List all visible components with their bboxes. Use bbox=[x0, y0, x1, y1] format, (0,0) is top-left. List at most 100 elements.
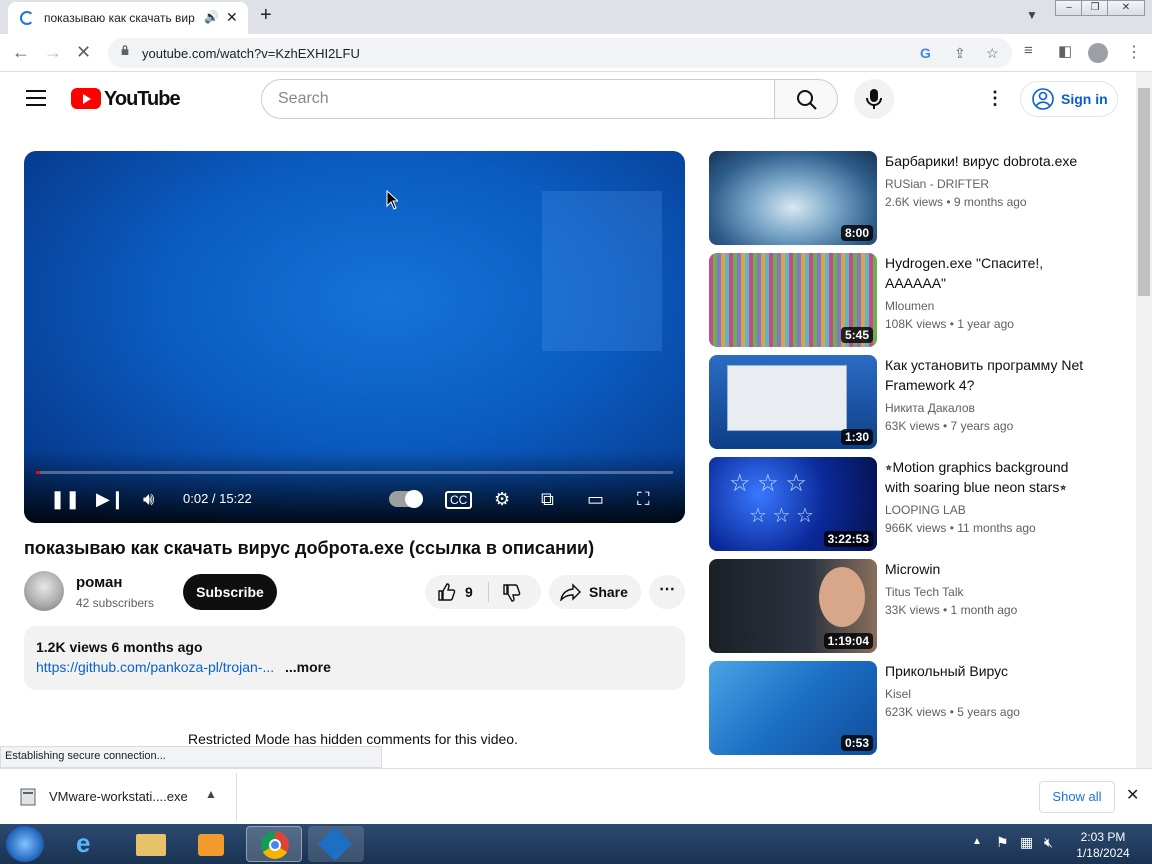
voice-search-button[interactable] bbox=[854, 79, 894, 119]
system-clock[interactable]: 2:03 PM 1/18/2024 bbox=[1072, 829, 1134, 861]
youtube-logo-icon[interactable] bbox=[71, 88, 101, 109]
recommendation-title[interactable]: ⭒Motion graphics background with soaring… bbox=[885, 457, 1095, 497]
video-thumbnail[interactable]: 1:30 bbox=[709, 355, 877, 449]
recommendation-channel[interactable]: RUSian - DRIFTER bbox=[885, 177, 989, 191]
close-download-shelf-icon[interactable]: ✕ bbox=[1126, 785, 1139, 805]
recommendation-item[interactable]: 1:30 Как установить программу Net Framew… bbox=[709, 355, 1129, 449]
video-thumbnail[interactable]: 5:45 bbox=[709, 253, 877, 347]
mouse-cursor-icon bbox=[386, 190, 398, 210]
tab-search-chevron-icon[interactable]: ▼ bbox=[1026, 8, 1038, 22]
chrome-menu-icon[interactable]: ⋮ bbox=[1126, 42, 1142, 62]
video-thumbnail[interactable]: 1:19:04 bbox=[709, 559, 877, 653]
bookmark-star-icon[interactable]: ☆ bbox=[986, 45, 999, 62]
recommendation-title[interactable]: Hydrogen.exe "Спасите!, АААААА" bbox=[885, 253, 1095, 293]
show-all-downloads-button[interactable]: Show all bbox=[1039, 781, 1115, 813]
like-count[interactable]: 9 bbox=[465, 584, 473, 600]
file-icon bbox=[20, 788, 36, 806]
video-thumbnail[interactable]: 0:53 bbox=[709, 661, 877, 755]
action-center-flag-icon[interactable]: ⚑ bbox=[996, 834, 1009, 851]
internet-explorer-icon[interactable]: e bbox=[62, 826, 118, 862]
sign-in-button[interactable]: Sign in bbox=[1020, 81, 1118, 117]
channel-avatar[interactable] bbox=[24, 571, 64, 611]
hamburger-menu-icon[interactable] bbox=[26, 90, 46, 106]
next-video-icon[interactable]: ▶❙ bbox=[96, 489, 125, 510]
media-player-icon[interactable] bbox=[184, 826, 240, 862]
stop-loading-icon[interactable]: ✕ bbox=[76, 42, 91, 63]
theater-mode-icon[interactable]: ▭ bbox=[587, 489, 604, 510]
volume-icon[interactable]: 🔊︎ bbox=[143, 489, 154, 510]
description-link[interactable]: https://github.com/pankoza-pl/trojan-... bbox=[36, 659, 274, 675]
thumbs-up-icon[interactable] bbox=[437, 582, 457, 602]
google-lens-icon[interactable]: G bbox=[920, 45, 931, 61]
recommendation-title[interactable]: Как установить программу Net Framework 4… bbox=[885, 355, 1095, 395]
search-button[interactable] bbox=[774, 79, 838, 119]
video-thumbnail[interactable]: ☆ ☆ ☆ ☆ ☆ ☆ 3:22:53 bbox=[709, 457, 877, 551]
recommendation-item[interactable]: 8:00 Барбарики! вирус dobrota.exe RUSian… bbox=[709, 151, 1129, 245]
download-options-chevron-icon[interactable]: ▲ bbox=[205, 787, 217, 801]
file-explorer-icon[interactable] bbox=[124, 826, 180, 862]
youtube-header: YouTube Search ⋮ Sign in bbox=[0, 72, 1136, 128]
thumbs-down-icon[interactable] bbox=[502, 583, 522, 603]
show-more-link[interactable]: ...more bbox=[285, 659, 331, 675]
recommendation-meta: 2.6K views • 9 months ago bbox=[885, 195, 1027, 209]
controls-gradient bbox=[24, 451, 685, 523]
download-filename[interactable]: VMware-workstati....exe bbox=[49, 789, 188, 804]
share-button[interactable]: Share bbox=[549, 575, 641, 609]
show-hidden-icons-icon[interactable]: ▲ bbox=[972, 836, 982, 847]
recommendation-channel[interactable]: Никита Дакалов bbox=[885, 401, 975, 415]
recommendation-title[interactable]: Microwin bbox=[885, 559, 1095, 579]
recommendation-meta: 33K views • 1 month ago bbox=[885, 603, 1018, 617]
network-icon[interactable]: ▦ bbox=[1020, 834, 1033, 851]
youtube-logo-text[interactable]: YouTube bbox=[104, 88, 181, 111]
restore-button[interactable]: ❐ bbox=[1081, 0, 1109, 16]
side-panel-icon[interactable]: ◧ bbox=[1058, 42, 1072, 60]
scrollbar-thumb[interactable] bbox=[1138, 88, 1150, 296]
search-input[interactable]: Search bbox=[261, 79, 775, 119]
download-divider bbox=[236, 773, 237, 821]
recommendation-title[interactable]: Барбарики! вирус dobrota.exe bbox=[885, 151, 1095, 171]
recommendation-item[interactable]: ☆ ☆ ☆ ☆ ☆ ☆ 3:22:53 ⭒Motion graphics backg… bbox=[709, 457, 1129, 551]
description-box[interactable]: 1.2K views 6 months ago https://github.c… bbox=[24, 626, 685, 690]
recommendation-channel[interactable]: Titus Tech Talk bbox=[885, 585, 963, 599]
start-button[interactable] bbox=[6, 826, 44, 862]
page-scrollbar[interactable] bbox=[1136, 72, 1152, 768]
closed-captions-icon[interactable]: CC bbox=[445, 491, 473, 509]
recommendation-channel[interactable]: Mloumen bbox=[885, 299, 934, 313]
close-window-button[interactable]: ✕ bbox=[1107, 0, 1145, 16]
progress-bar[interactable] bbox=[36, 471, 673, 474]
pause-icon[interactable]: ❚❚ bbox=[50, 489, 80, 510]
active-tab[interactable]: показываю как скачать вир 🔊 ✕ bbox=[8, 2, 248, 34]
miniplayer-icon[interactable]: ⧉ bbox=[541, 489, 554, 510]
chrome-taskbar-icon[interactable] bbox=[246, 826, 302, 862]
recommendation-item[interactable]: 5:45 Hydrogen.exe "Спасите!, АААААА" Mlo… bbox=[709, 253, 1129, 347]
share-page-icon[interactable]: ⇪ bbox=[954, 45, 966, 62]
settings-gear-icon[interactable]: ⚙ bbox=[494, 489, 510, 510]
audio-playing-icon[interactable]: 🔊 bbox=[204, 10, 219, 24]
video-title: показываю как скачать вирус доброта.exe … bbox=[24, 538, 595, 558]
recommendation-meta: 623K views • 5 years ago bbox=[885, 705, 1020, 719]
recommendation-title[interactable]: Прикольный Вирус bbox=[885, 661, 1095, 681]
volume-muted-icon[interactable]: 🔇︎ bbox=[1044, 834, 1053, 851]
tab-close-icon[interactable]: ✕ bbox=[226, 9, 238, 26]
minimize-button[interactable]: – bbox=[1055, 0, 1083, 16]
recommendation-item[interactable]: 0:53 Прикольный Вирус Kisel 623K views •… bbox=[709, 661, 1129, 755]
recommendation-item[interactable]: 1:19:04 Microwin Titus Tech Talk 33K vie… bbox=[709, 559, 1129, 653]
recommendation-channel[interactable]: LOOPING LAB bbox=[885, 503, 966, 517]
more-actions-icon[interactable]: ⋯ bbox=[649, 575, 685, 609]
video-player[interactable]: ❚❚ ▶❙ 🔊︎ 0:02 / 15:22 CC ⚙ ⧉ ▭ ⛶ bbox=[24, 151, 685, 523]
settings-menu-icon[interactable]: ⋮ bbox=[986, 88, 1004, 109]
autoplay-toggle[interactable] bbox=[389, 490, 423, 508]
back-arrow-icon[interactable]: ← bbox=[12, 42, 30, 63]
recommendation-channel[interactable]: Kisel bbox=[885, 687, 911, 701]
subscribe-button[interactable]: Subscribe bbox=[183, 574, 277, 610]
profile-avatar[interactable] bbox=[1088, 43, 1108, 63]
channel-name[interactable]: роман bbox=[76, 574, 122, 591]
video-thumbnail[interactable]: 8:00 bbox=[709, 151, 877, 245]
media-control-icon[interactable]: ≡ bbox=[1024, 42, 1033, 59]
virtualbox-icon[interactable] bbox=[308, 826, 364, 862]
forward-arrow-icon[interactable]: → bbox=[44, 42, 62, 63]
address-bar[interactable]: youtube.com/watch?v=KzhEXHI2LFU G ⇪ ☆ bbox=[108, 38, 1012, 68]
new-tab-button[interactable]: + bbox=[260, 4, 272, 27]
fullscreen-icon[interactable]: ⛶ bbox=[637, 489, 650, 510]
download-shelf: VMware-workstati....exe ▲ Show all ✕ bbox=[0, 768, 1152, 824]
